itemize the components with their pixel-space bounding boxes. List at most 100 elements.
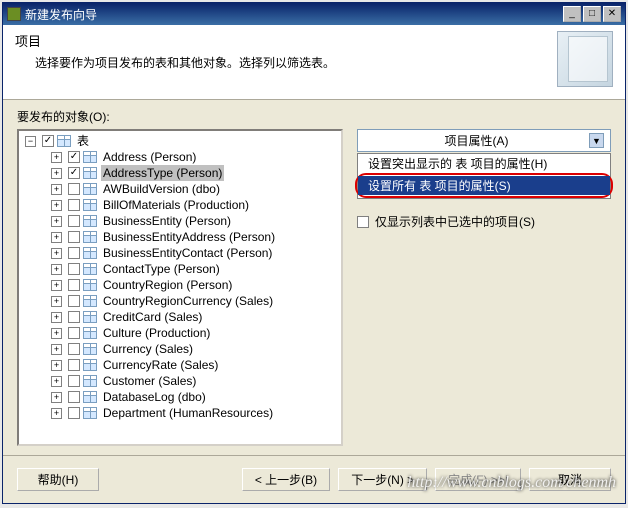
checkbox[interactable]	[68, 375, 80, 387]
expander-icon[interactable]: +	[51, 232, 62, 243]
checkbox[interactable]	[68, 279, 80, 291]
tree-item[interactable]: +BillOfMaterials (Production)	[21, 197, 339, 213]
expander-icon[interactable]: +	[51, 408, 62, 419]
checkbox[interactable]	[68, 359, 80, 371]
tree-item[interactable]: +ContactType (Person)	[21, 261, 339, 277]
expander-icon[interactable]: +	[51, 152, 62, 163]
checkbox[interactable]: ✓	[68, 167, 80, 179]
tree-item[interactable]: + AWBuildVersion (dbo)	[21, 181, 339, 197]
close-button[interactable]: ✕	[603, 6, 621, 22]
tree-item[interactable]: +Customer (Sales)	[21, 373, 339, 389]
expander-icon[interactable]: +	[51, 248, 62, 259]
expander-icon[interactable]: +	[51, 200, 62, 211]
expander-icon[interactable]: −	[25, 136, 36, 147]
tree-item-label: CountryRegionCurrency (Sales)	[101, 293, 275, 309]
checkbox[interactable]	[68, 311, 80, 323]
checkbox[interactable]	[68, 343, 80, 355]
tree-item-label: BusinessEntity (Person)	[101, 213, 233, 229]
maximize-button[interactable]: □	[583, 6, 601, 22]
table-icon	[83, 183, 97, 195]
expander-icon[interactable]: +	[51, 184, 62, 195]
checkbox[interactable]: ✓	[68, 151, 80, 163]
table-icon	[83, 247, 97, 259]
tree-root-label: 表	[75, 133, 91, 149]
table-icon	[83, 327, 97, 339]
help-button[interactable]: 帮助(H)	[17, 468, 99, 491]
tree-item[interactable]: + DatabaseLog (dbo)	[21, 389, 339, 405]
properties-menu: 设置突出显示的 表 项目的属性(H) 设置所有 表 项目的属性(S)	[357, 153, 611, 199]
expander-icon[interactable]: +	[51, 216, 62, 227]
expander-icon[interactable]: +	[51, 264, 62, 275]
checkbox[interactable]	[68, 327, 80, 339]
checkbox[interactable]	[68, 215, 80, 227]
table-icon	[57, 135, 71, 147]
tree-item-label: Department (HumanResources)	[101, 405, 275, 421]
tree-item[interactable]: +BusinessEntityContact (Person)	[21, 245, 339, 261]
tree-item-label: Address (Person)	[101, 149, 198, 165]
tree-item[interactable]: + ✓ AddressType (Person)	[21, 165, 339, 181]
only-checked-checkbox[interactable]	[357, 216, 369, 228]
cancel-button[interactable]: 取消	[529, 468, 611, 491]
checkbox[interactable]	[68, 391, 80, 403]
tree-item[interactable]: +CreditCard (Sales)	[21, 309, 339, 325]
table-icon	[83, 391, 97, 403]
checkbox[interactable]	[68, 247, 80, 259]
window-controls: _ □ ✕	[563, 6, 621, 22]
table-icon	[83, 359, 97, 371]
back-button[interactable]: < 上一步(B)	[242, 468, 330, 491]
only-checked-row[interactable]: 仅显示列表中已选中的项目(S)	[357, 213, 611, 230]
expander-icon[interactable]: +	[51, 296, 62, 307]
table-icon	[83, 167, 97, 179]
table-icon	[83, 311, 97, 323]
expander-icon[interactable]: +	[51, 360, 62, 371]
tree-item[interactable]: + CurrencyRate (Sales)	[21, 357, 339, 373]
expander-icon[interactable]: +	[51, 328, 62, 339]
checkbox[interactable]	[68, 183, 80, 195]
objects-tree[interactable]: −✓表+✓Address (Person)+✓AddressType (Pers…	[17, 129, 343, 446]
expander-icon[interactable]: +	[51, 344, 62, 355]
table-icon	[83, 279, 97, 291]
window-title: 新建发布向导	[25, 6, 563, 23]
expander-icon[interactable]: +	[51, 280, 62, 291]
menu-set-all[interactable]: 设置所有 表 项目的属性(S)	[358, 176, 610, 195]
wizard-footer: 帮助(H) < 上一步(B) 下一步(N) > 完成(F) >>| 取消	[3, 455, 625, 503]
checkbox[interactable]	[68, 231, 80, 243]
checkbox[interactable]	[68, 407, 80, 419]
tree-item-label: BusinessEntityAddress (Person)	[101, 229, 277, 245]
table-icon	[83, 343, 97, 355]
expander-icon[interactable]: +	[51, 312, 62, 323]
table-icon	[83, 151, 97, 163]
tree-item[interactable]: + BusinessEntityAddress (Person)	[21, 229, 339, 245]
expander-icon[interactable]: +	[51, 392, 62, 403]
minimize-button[interactable]: _	[563, 6, 581, 22]
tree-item-label: AWBuildVersion (dbo)	[101, 181, 222, 197]
tree-item-label: DatabaseLog (dbo)	[101, 389, 208, 405]
tree-root[interactable]: −✓ 表	[21, 133, 339, 149]
objects-label: 要发布的对象(O):	[17, 108, 611, 125]
item-properties-dropdown[interactable]: 项目属性(A) ▼	[357, 129, 611, 152]
tree-item[interactable]: + CountryRegionCurrency (Sales)	[21, 293, 339, 309]
table-icon	[83, 407, 97, 419]
menu-set-highlighted[interactable]: 设置突出显示的 表 项目的属性(H)	[358, 154, 610, 173]
expander-icon[interactable]: +	[51, 376, 62, 387]
checkbox[interactable]	[68, 295, 80, 307]
checkbox[interactable]	[68, 263, 80, 275]
dropdown-label: 项目属性(A)	[364, 132, 589, 149]
next-button[interactable]: 下一步(N) >	[338, 468, 427, 491]
tree-item[interactable]: + BusinessEntity (Person)	[21, 213, 339, 229]
tree-item-label: CurrencyRate (Sales)	[101, 357, 220, 373]
table-icon	[83, 263, 97, 275]
tree-item-label: Currency (Sales)	[101, 341, 195, 357]
header-graphic-icon	[557, 31, 613, 87]
checkbox[interactable]: ✓	[42, 135, 54, 147]
expander-icon[interactable]: +	[51, 168, 62, 179]
tree-item-label: AddressType (Person)	[101, 165, 224, 181]
tree-item[interactable]: + ✓ Address (Person)	[21, 149, 339, 165]
tree-item[interactable]: + Department (HumanResources)	[21, 405, 339, 421]
tree-item[interactable]: +Culture (Production)	[21, 325, 339, 341]
tree-item[interactable]: +CountryRegion (Person)	[21, 277, 339, 293]
table-icon	[83, 295, 97, 307]
checkbox[interactable]	[68, 199, 80, 211]
table-icon	[83, 375, 97, 387]
tree-item[interactable]: + Currency (Sales)	[21, 341, 339, 357]
